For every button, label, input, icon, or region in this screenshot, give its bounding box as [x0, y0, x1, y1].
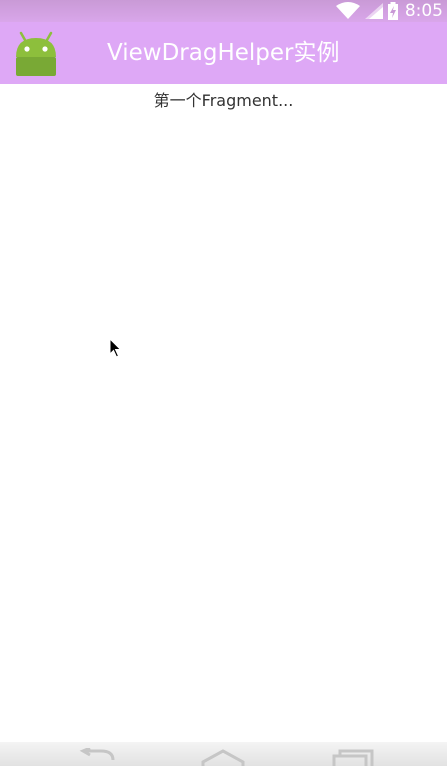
wifi-icon [335, 2, 360, 19]
fragment-text: 第一个Fragment... [153, 91, 294, 110]
fragment-content: 第一个Fragment... [0, 84, 447, 742]
status-bar: 8:05 [0, 0, 447, 22]
status-clock: 8:05 [404, 1, 443, 21]
navigation-bar [0, 742, 447, 766]
app-title: ViewDragHelper实例 [107, 40, 340, 66]
status-icons: 8:05 [335, 0, 443, 22]
android-icon[interactable] [13, 31, 59, 77]
signal-icon [364, 3, 383, 19]
back-icon[interactable] [73, 748, 123, 766]
mouse-cursor-icon [109, 338, 122, 358]
recents-icon[interactable] [324, 748, 374, 766]
home-icon[interactable] [198, 748, 248, 766]
action-bar: ViewDragHelper实例 [0, 22, 447, 84]
battery-charging-icon [387, 2, 398, 20]
